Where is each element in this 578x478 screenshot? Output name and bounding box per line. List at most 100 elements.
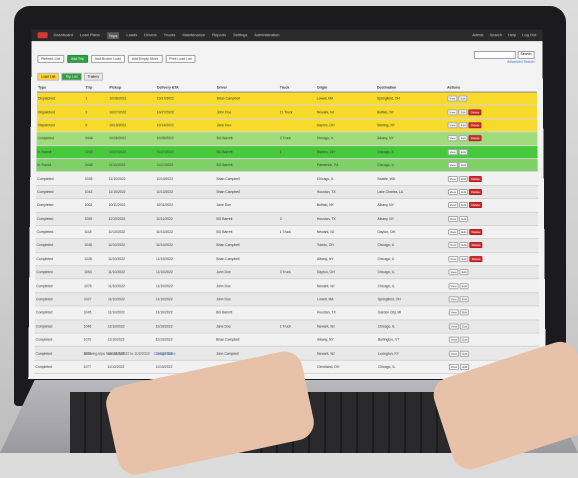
view-button[interactable]: View <box>448 309 459 316</box>
add-empty-move-button[interactable]: Add Empty Move <box>127 54 163 63</box>
print-load-list-button[interactable]: Print Load List <box>165 54 196 63</box>
view-button[interactable]: View <box>448 269 459 276</box>
table-row[interactable]: Completed 1075 11/10/2022 11/10/2022 John Do… <box>35 279 539 293</box>
edit-button[interactable]: Edit <box>460 363 470 370</box>
edit-button[interactable]: Edit <box>459 255 469 262</box>
view-button[interactable]: View <box>447 108 458 115</box>
brand-logo[interactable] <box>37 32 48 39</box>
edit-button[interactable]: Edit <box>459 269 469 276</box>
view-button[interactable]: View <box>447 229 459 236</box>
view-button[interactable]: View <box>448 296 459 303</box>
table-row[interactable]: Completed 1070 11/10/2022 11/10/2022 Brian C… <box>34 333 540 347</box>
edit-button[interactable]: Edit <box>458 135 468 142</box>
view-button[interactable]: View <box>447 175 459 182</box>
nav-right-admin[interactable]: Admin <box>472 32 483 37</box>
row-actions: View Edit <box>448 296 538 303</box>
nav-item-administration[interactable]: Administration <box>254 32 279 39</box>
nav-right-help[interactable]: Help <box>508 32 516 37</box>
edit-button[interactable]: Edit <box>459 188 469 195</box>
nav-item-reports[interactable]: Reports <box>212 32 226 39</box>
edit-button[interactable]: Edit <box>460 336 470 343</box>
table-row[interactable]: Dispatched 5 10/19/2022 10/14/2022 Jane Doe D… <box>36 118 538 132</box>
tab-trailers[interactable]: Trailers <box>83 72 104 81</box>
nav-item-drivers[interactable]: Drivers <box>144 32 157 39</box>
nav-right-search[interactable]: Search <box>489 32 502 37</box>
table-row[interactable]: Completed 1046 11/10/2022 11/10/2022 Jane Do… <box>34 319 540 334</box>
table-row[interactable]: Dispatched 1 10/26/2022 10/17/2022 Brian Cam… <box>36 92 538 106</box>
delete-button[interactable]: Delete <box>468 108 482 115</box>
table-row[interactable]: Completed 1048 11/10/2022 11/10/2022 Brian C… <box>35 238 539 253</box>
table-row[interactable]: Completed 1043 11/10/2022 11/10/2022 Brian C… <box>36 185 538 199</box>
advanced-search-link[interactable]: Advanced Search <box>507 60 535 64</box>
edit-button[interactable]: Edit <box>459 296 470 303</box>
edit-button[interactable]: Edit <box>459 282 469 289</box>
edit-button[interactable]: Edit <box>459 242 469 249</box>
delete-button[interactable]: Delete <box>469 242 483 249</box>
table-row[interactable]: Completed 1228 11/10/2022 11/10/2022 Brian C… <box>35 252 539 266</box>
view-button[interactable]: View <box>447 202 459 209</box>
table-row[interactable]: In Transit 2448 11/11/2022 11/17/2022 BG Bar… <box>36 158 538 172</box>
nav-item-maintenance[interactable]: Maintenance <box>182 32 205 39</box>
table-row[interactable]: Completed 1118 11/10/2022 11/10/2022 BG Barr… <box>35 225 539 239</box>
edit-button[interactable]: Edit <box>458 162 469 169</box>
nav-item-trips[interactable]: Trips <box>106 31 120 39</box>
nav-item-loads[interactable]: Loads <box>126 32 137 39</box>
edit-button[interactable]: Edit <box>458 175 469 182</box>
nav-item-load-plans[interactable]: Load Plans <box>80 32 100 39</box>
edit-button[interactable]: Edit <box>458 122 468 129</box>
view-button[interactable]: View <box>447 95 458 102</box>
nav-item-trucks[interactable]: Trucks <box>164 32 176 39</box>
cell-pickup: 11/10/2022 <box>106 333 155 347</box>
view-button[interactable]: View <box>448 336 460 343</box>
view-button[interactable]: View <box>447 215 459 222</box>
delete-button[interactable]: Delete <box>468 135 482 142</box>
edit-button[interactable]: Edit <box>458 108 468 115</box>
table-row[interactable]: Completed 1038 11/10/2022 11/10/2022 Brian C… <box>36 171 538 186</box>
edit-button[interactable]: Edit <box>459 215 469 222</box>
view-button[interactable]: View <box>447 242 459 249</box>
nav-item-dashboard[interactable]: Dashboard <box>53 32 73 39</box>
delete-button[interactable]: Delete <box>469 202 483 209</box>
edit-button[interactable]: Edit <box>458 95 468 102</box>
delete-button[interactable]: Delete <box>468 122 482 129</box>
table-row[interactable]: Completed 1002 10/11/2022 10/11/2022 Jane Do… <box>35 198 539 213</box>
view-button[interactable]: View <box>448 350 460 357</box>
search-input[interactable] <box>473 50 516 59</box>
edit-button[interactable]: Edit <box>460 350 470 357</box>
search-button[interactable]: Search <box>517 50 535 59</box>
view-button[interactable]: View <box>448 363 460 370</box>
edit-button[interactable]: Edit <box>459 229 469 236</box>
delete-button[interactable]: Delete <box>469 175 482 182</box>
tab-trip-list[interactable]: Trip List <box>61 72 82 81</box>
nav-right-log-out[interactable]: Log Out <box>522 32 536 37</box>
edit-button[interactable]: Edit <box>459 202 469 209</box>
view-button[interactable]: View <box>447 148 458 155</box>
table-row[interactable]: In Transit 1203 10/27/2022 10/27/2022 BG Bar… <box>36 145 538 159</box>
tab-load-list[interactable]: Load List <box>37 72 60 81</box>
view-button[interactable]: View <box>448 282 459 289</box>
view-button[interactable]: View <box>447 188 459 195</box>
view-button[interactable]: View <box>448 255 459 262</box>
add-trip-button[interactable]: Add Trip <box>66 54 88 63</box>
view-button[interactable]: View <box>447 135 458 142</box>
view-button[interactable]: View <box>447 162 458 169</box>
refresh-list-button[interactable]: Refresh List <box>37 54 64 63</box>
edit-button[interactable]: Edit <box>459 309 470 316</box>
add-broker-load-button[interactable]: Add Broker Load <box>90 54 125 63</box>
table-row[interactable]: Completed 1027 11/10/2022 11/10/2022 John Do… <box>34 292 540 307</box>
column-header: Type <box>37 82 85 93</box>
edit-button[interactable]: Edit <box>459 323 470 330</box>
change-dates-link[interactable]: Change dates <box>154 352 176 356</box>
table-row[interactable]: Dispatched 3 10/27/2022 10/27/2022 John Doe 1… <box>36 105 538 119</box>
table-row[interactable]: Completed 1059 11/10/2022 11/11/2022 BG Barr… <box>35 212 539 226</box>
table-row[interactable]: Completed 1045 11/10/2022 11/10/2022 BG Barr… <box>34 306 540 320</box>
table-row[interactable]: Completed 1053 11/10/2022 11/10/2022 John Do… <box>35 265 539 280</box>
view-button[interactable]: View <box>448 323 460 330</box>
delete-button[interactable]: Delete <box>469 229 483 236</box>
view-button[interactable]: View <box>447 122 458 129</box>
nav-item-settings[interactable]: Settings <box>233 32 247 39</box>
delete-button[interactable]: Delete <box>469 188 482 195</box>
delete-button[interactable]: Delete <box>469 255 483 262</box>
edit-button[interactable]: Edit <box>458 148 469 155</box>
table-row[interactable]: Completed 2448 10/26/2022 10/26/2022 BG Barr… <box>36 131 538 146</box>
